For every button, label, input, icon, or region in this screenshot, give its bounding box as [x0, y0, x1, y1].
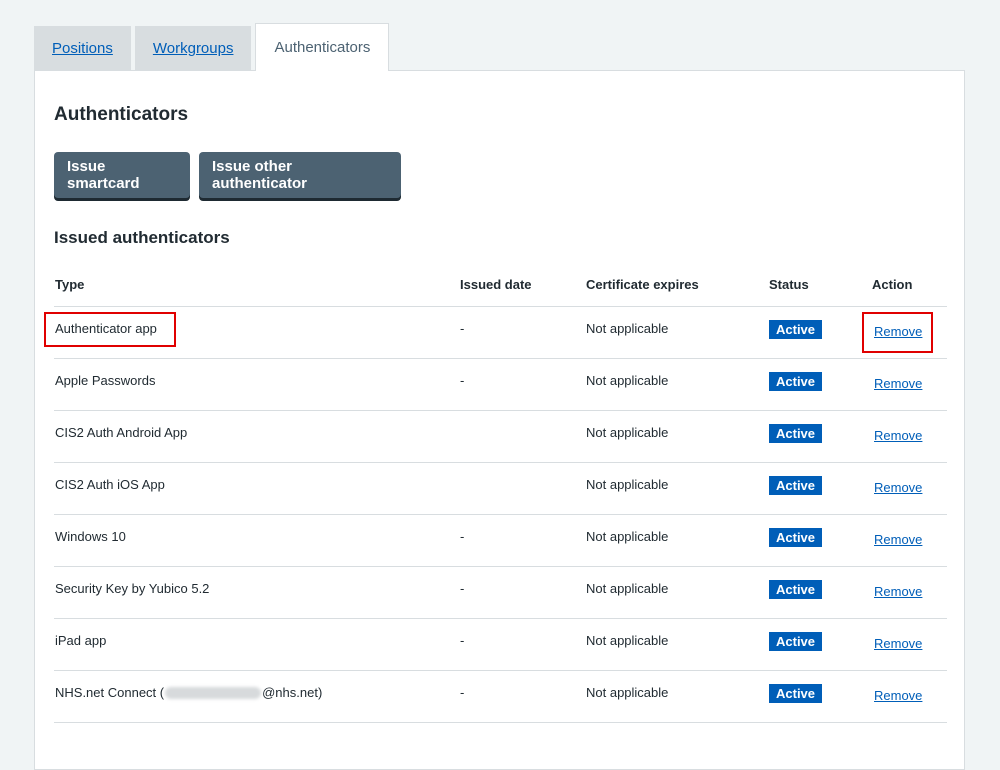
cell-action: Remove [871, 566, 947, 619]
column-header-status: Status [768, 264, 871, 307]
cell-issued-date: - [459, 670, 585, 723]
redacted-email [165, 687, 262, 700]
remove-link[interactable]: Remove [874, 584, 922, 599]
cell-status: Active [768, 358, 871, 411]
table-row: Authenticator app - Not applicable Activ… [54, 306, 947, 359]
status-badge: Active [769, 319, 823, 339]
cell-certificate-expires: Not applicable [585, 410, 768, 463]
page-title: Authenticators [54, 104, 189, 125]
cell-type: iPad app [54, 618, 459, 671]
cell-status: Active [768, 618, 871, 671]
cell-action: Remove [871, 410, 947, 463]
cell-type: CIS2 Auth Android App [54, 410, 459, 463]
cell-issued-date: - [459, 566, 585, 619]
table-row: iPad app - Not applicable Active Remove [54, 618, 947, 671]
status-badge: Active [769, 527, 823, 547]
tab-authenticators[interactable]: Authenticators [255, 23, 390, 71]
cell-certificate-expires: Not applicable [585, 462, 768, 515]
remove-link[interactable]: Remove [874, 688, 922, 703]
issue-other-authenticator-button[interactable]: Issue other authenticator [199, 152, 401, 198]
remove-link[interactable]: Remove [874, 480, 922, 495]
cell-certificate-expires: Not applicable [585, 670, 768, 723]
tab-workgroups[interactable]: Workgroups [134, 26, 252, 71]
cell-type: Security Key by Yubico 5.2 [54, 566, 459, 619]
type-suffix: @nhs.net) [262, 684, 323, 700]
tab-positions[interactable]: Positions [34, 26, 131, 71]
cell-issued-date [459, 462, 585, 515]
cell-type: Windows 10 [54, 514, 459, 567]
cell-status: Active [768, 306, 871, 359]
authenticators-panel: Authenticators Issue smartcard Issue oth… [34, 70, 965, 770]
table-row: NHS.net Connect ( @nhs.net) - Not applica… [54, 670, 947, 723]
tab-positions-link[interactable]: Positions [52, 40, 113, 57]
issued-authenticators-heading: Issued authenticators [54, 228, 230, 247]
tab-bar: Positions Workgroups Authenticators [34, 23, 393, 71]
cell-certificate-expires: Not applicable [585, 306, 768, 359]
tab-workgroups-link[interactable]: Workgroups [153, 40, 234, 57]
cell-status: Active [768, 462, 871, 515]
column-header-issued-date: Issued date [459, 264, 585, 307]
cell-action: Remove [871, 462, 947, 515]
authenticators-table: Type Issued date Certificate expires Sta… [54, 264, 947, 723]
table-row: Windows 10 - Not applicable Active Remov… [54, 514, 947, 567]
status-badge: Active [769, 631, 823, 651]
cell-issued-date: - [459, 306, 585, 359]
cell-action: Remove [871, 306, 947, 359]
cell-issued-date: - [459, 618, 585, 671]
status-badge: Active [769, 423, 823, 443]
cell-certificate-expires: Not applicable [585, 566, 768, 619]
table-header-row: Type Issued date Certificate expires Sta… [54, 264, 947, 307]
remove-link[interactable]: Remove [874, 376, 922, 391]
cell-issued-date: - [459, 514, 585, 567]
remove-link[interactable]: Remove [874, 324, 922, 339]
remove-link[interactable]: Remove [874, 532, 922, 547]
cell-status: Active [768, 566, 871, 619]
column-header-certificate-expires: Certificate expires [585, 264, 768, 307]
cell-issued-date: - [459, 358, 585, 411]
cell-status: Active [768, 410, 871, 463]
cell-status: Active [768, 514, 871, 567]
cell-type: Apple Passwords [54, 358, 459, 411]
column-header-action: Action [871, 264, 947, 307]
cell-type: CIS2 Auth iOS App [54, 462, 459, 515]
status-badge: Active [769, 371, 823, 391]
remove-link[interactable]: Remove [874, 636, 922, 651]
cell-action: Remove [871, 618, 947, 671]
cell-issued-date [459, 410, 585, 463]
issue-smartcard-button[interactable]: Issue smartcard [54, 152, 190, 198]
cell-action: Remove [871, 670, 947, 723]
cell-type: Authenticator app [54, 306, 459, 359]
cell-certificate-expires: Not applicable [585, 358, 768, 411]
cell-certificate-expires: Not applicable [585, 618, 768, 671]
type-prefix: NHS.net Connect ( [55, 684, 165, 700]
tab-authenticators-label: Authenticators [274, 39, 371, 56]
table-row: CIS2 Auth Android App Not applicable Act… [54, 410, 947, 463]
table-row: Security Key by Yubico 5.2 - Not applica… [54, 566, 947, 619]
cell-action: Remove [871, 514, 947, 567]
column-header-type: Type [54, 264, 459, 307]
cell-type: NHS.net Connect ( @nhs.net) [54, 670, 459, 723]
status-badge: Active [769, 579, 823, 599]
cell-status: Active [768, 670, 871, 723]
remove-link[interactable]: Remove [874, 428, 922, 443]
cell-action: Remove [871, 358, 947, 411]
table-row: Apple Passwords - Not applicable Active … [54, 358, 947, 411]
status-badge: Active [769, 475, 823, 495]
table-row: CIS2 Auth iOS App Not applicable Active … [54, 462, 947, 515]
status-badge: Active [769, 683, 823, 703]
cell-certificate-expires: Not applicable [585, 514, 768, 567]
